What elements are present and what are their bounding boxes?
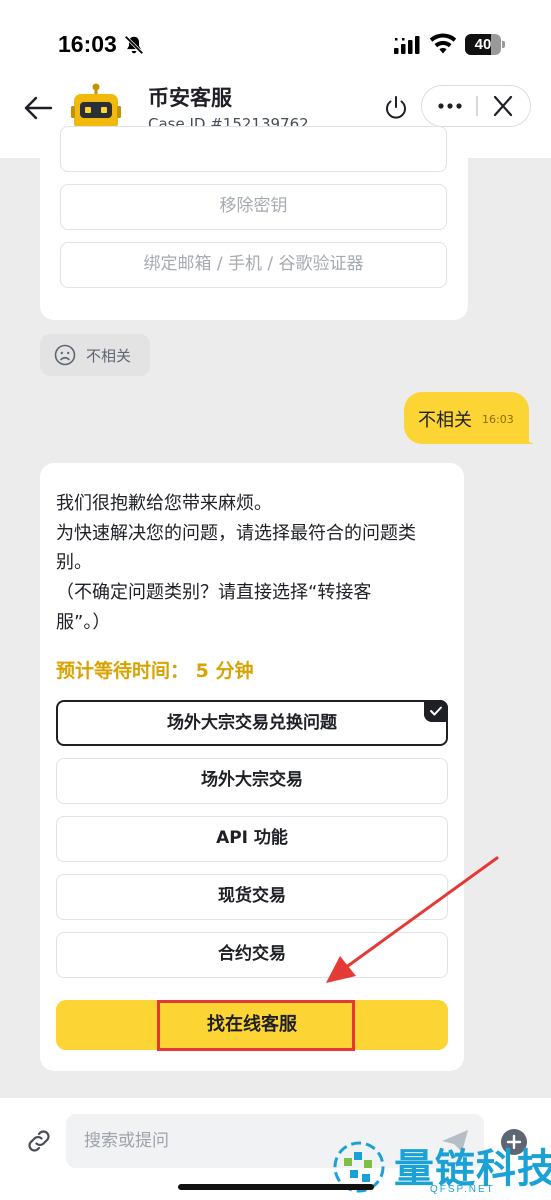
- estimated-wait-time: 预计等待时间： 5 分钟: [56, 660, 254, 682]
- previous-option-hidden[interactable]: [60, 126, 447, 172]
- not-relevant-label: 不相关: [86, 347, 132, 365]
- category-option[interactable]: 现货交易: [56, 874, 448, 920]
- bot-message-line: 为快速解决您的问题，请选择最符合的问题类: [56, 523, 416, 544]
- annotation-highlight-box: [157, 1000, 355, 1051]
- category-option[interactable]: 场外大宗交易: [56, 758, 448, 804]
- watermark: 量链科技 QFSP.NET: [330, 1136, 551, 1200]
- category-option-selected[interactable]: 场外大宗交易兑换问题: [56, 700, 448, 746]
- user-message-text: 不相关: [418, 410, 472, 431]
- home-indicator: [178, 1184, 374, 1190]
- user-message-bubble: 不相关 16:03: [404, 392, 529, 444]
- bell-off-icon: [124, 35, 144, 55]
- more-icon[interactable]: [432, 94, 468, 118]
- close-icon[interactable]: [490, 94, 516, 118]
- battery-indicator: 40: [465, 34, 505, 55]
- link-attach-icon[interactable]: [24, 1126, 54, 1156]
- bot-message-line: 我们很抱歉给您带来麻烦。: [56, 493, 272, 514]
- power-icon[interactable]: [382, 94, 410, 122]
- category-option[interactable]: 合约交易: [56, 932, 448, 978]
- not-relevant-chip[interactable]: 不相关: [40, 334, 150, 376]
- bot-message-line: 别。: [56, 552, 92, 573]
- status-bar: 16:03 40: [0, 0, 551, 72]
- checkmark-icon: [424, 700, 448, 722]
- bot-message-line: （不确定问题类别？请直接选择“转接客: [56, 582, 372, 603]
- previous-option[interactable]: 绑定邮箱 / 手机 / 谷歌验证器: [60, 242, 447, 288]
- category-option-label: 场外大宗交易兑换问题: [167, 713, 337, 733]
- chat-title: 币安客服: [148, 86, 232, 110]
- user-message-time: 16:03: [482, 413, 514, 426]
- status-time: 16:03: [58, 31, 117, 57]
- wifi-icon: [429, 33, 457, 54]
- bot-message-line: 服”。）: [56, 612, 111, 633]
- watermark-subtext: QFSP.NET: [430, 1184, 495, 1195]
- previous-option[interactable]: 移除密钥: [60, 184, 447, 230]
- header-action-pill: [421, 85, 531, 127]
- previous-bot-card: 移除密钥 绑定邮箱 / 手机 / 谷歌验证器: [40, 126, 468, 320]
- category-option[interactable]: API 功能: [56, 816, 448, 862]
- pill-divider: [476, 96, 478, 116]
- back-arrow-icon[interactable]: [22, 92, 54, 124]
- sad-face-icon: [54, 344, 76, 366]
- bubble-tail: [520, 426, 534, 444]
- bot-message-card: 我们很抱歉给您带来麻烦。 为快速解决您的问题，请选择最符合的问题类 别。 （不确…: [40, 463, 464, 1071]
- cellular-signal-icon: [394, 36, 420, 54]
